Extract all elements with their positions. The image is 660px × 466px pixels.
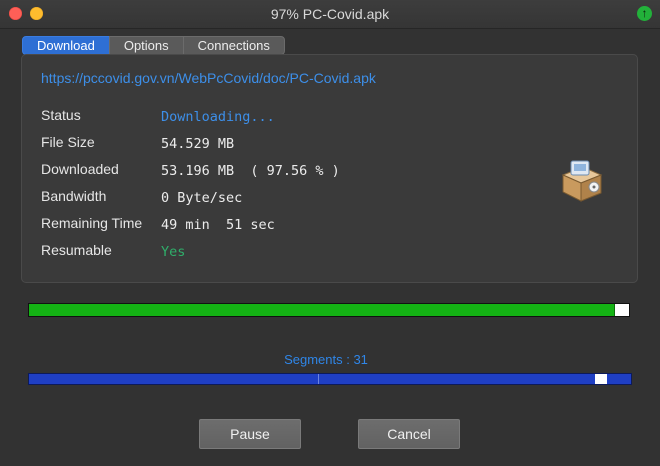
resumable-label: Resumable <box>41 242 112 258</box>
downloaded-value: 53.196 MB ( 97.56 % ) <box>161 163 340 179</box>
bandwidth-value: 0 Byte/sec <box>161 190 243 206</box>
segment-position-marker <box>594 374 607 384</box>
tab-bar: Download Options Connections <box>22 36 285 55</box>
window-title: 97% PC-Covid.apk <box>270 6 390 22</box>
segment-divider <box>317 374 319 384</box>
download-progress-fill <box>29 304 616 316</box>
file-size-label: File Size <box>41 134 95 150</box>
download-url-link[interactable]: https://pccovid.gov.vn/WebPcCovid/doc/PC… <box>41 70 376 86</box>
resumable-value: Yes <box>161 244 186 260</box>
segments-bar <box>28 373 632 385</box>
tab-download[interactable]: Download <box>22 36 110 55</box>
pause-button[interactable]: Pause <box>199 419 301 449</box>
arrow-up-icon[interactable]: ↑ <box>637 6 652 21</box>
status-label: Status <box>41 107 81 123</box>
tab-connections[interactable]: Connections <box>182 36 285 55</box>
package-box-icon <box>561 160 603 202</box>
downloaded-label: Downloaded <box>41 161 119 177</box>
segments-label: Segments : 31 <box>284 352 368 367</box>
download-progress-bar <box>28 303 630 317</box>
cancel-button[interactable]: Cancel <box>358 419 460 449</box>
remaining-time-value: 49 min 51 sec <box>161 217 275 233</box>
bandwidth-label: Bandwidth <box>41 188 107 204</box>
file-size-value: 54.529 MB <box>161 136 235 152</box>
status-value: Downloading... <box>161 109 275 125</box>
remaining-time-label: Remaining Time <box>41 215 143 231</box>
title-bar: 97% PC-Covid.apk ↑ <box>0 0 660 29</box>
tab-options[interactable]: Options <box>108 36 184 55</box>
